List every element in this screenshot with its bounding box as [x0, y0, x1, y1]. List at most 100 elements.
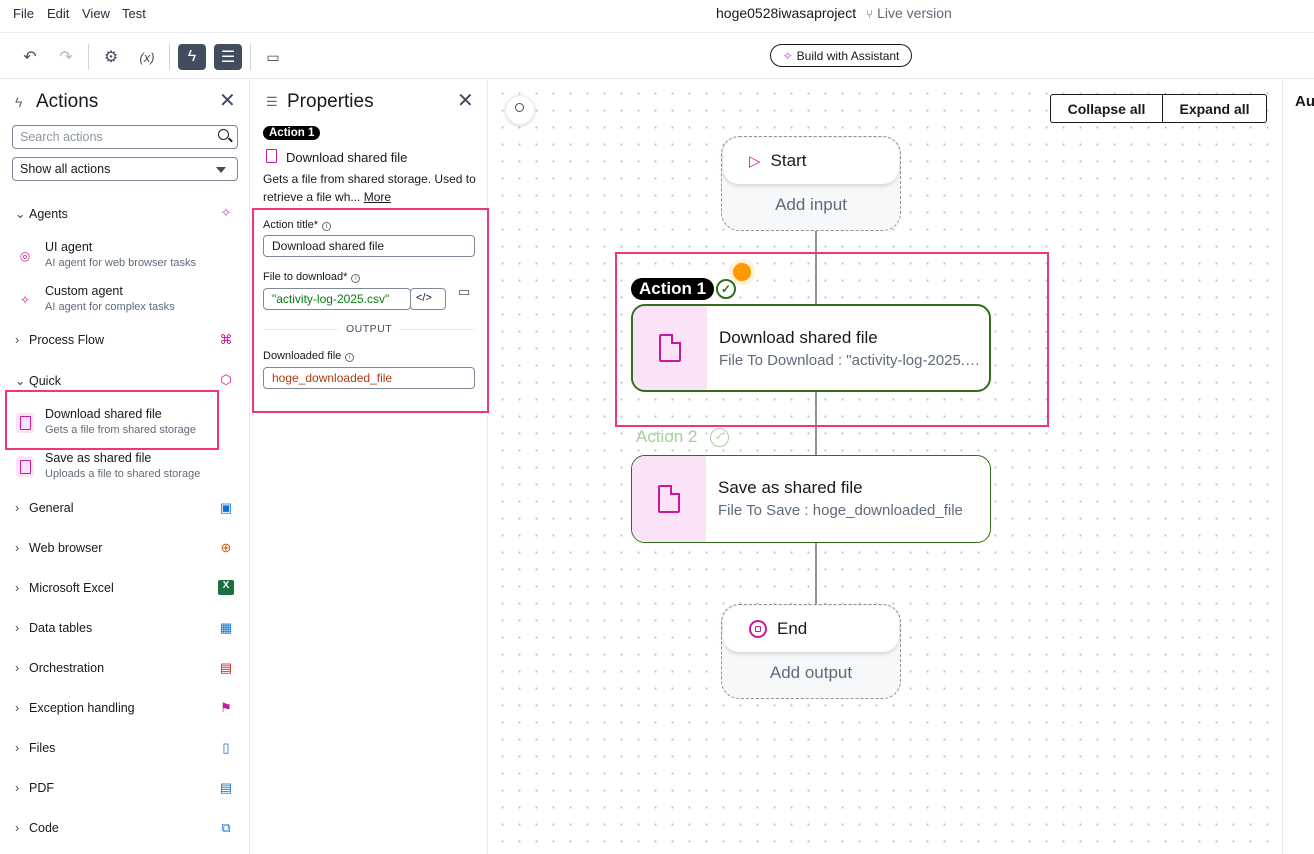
- action-item-save-as-shared-file[interactable]: Save as shared file Uploads a file to sh…: [14, 451, 224, 493]
- group-label: General: [29, 501, 74, 515]
- branch-icon: ⑂: [866, 7, 874, 21]
- caret-down-icon: [216, 167, 226, 173]
- menu-bar: File Edit View Test hoge0528iwasaproject…: [0, 0, 1314, 33]
- action-name: Download shared file: [286, 150, 408, 165]
- group-label: Microsoft Excel: [29, 581, 114, 595]
- menu-edit[interactable]: Edit: [47, 6, 69, 21]
- group-exception-handling[interactable]: › Exception handling: [15, 701, 135, 715]
- chevron-right-icon: ›: [15, 781, 20, 795]
- search-actions-input[interactable]: Search actions: [12, 125, 238, 149]
- right-panel-title: Au: [1295, 93, 1314, 110]
- sparkle-icon: ✧: [220, 205, 232, 220]
- group-code[interactable]: › Code: [15, 821, 59, 835]
- properties-panel-toggle-icon[interactable]: ☰: [214, 44, 242, 70]
- menu-view[interactable]: View: [82, 6, 110, 21]
- toolbar-divider: [88, 44, 89, 70]
- more-link[interactable]: More: [364, 190, 391, 204]
- collapse-all-button[interactable]: Collapse all: [1050, 94, 1163, 123]
- menu-file[interactable]: File: [13, 6, 34, 21]
- group-general[interactable]: › General: [15, 501, 73, 515]
- file-icon: [632, 456, 706, 542]
- start-node[interactable]: ▷ Start Add input: [721, 136, 901, 231]
- group-label: Process Flow: [29, 333, 105, 347]
- action-filter-select[interactable]: Show all actions: [12, 157, 238, 181]
- actions-panel-toggle-icon[interactable]: ϟ: [178, 44, 206, 70]
- excel-icon: X: [218, 580, 234, 595]
- version-indicator[interactable]: ⑂ Live version: [866, 5, 952, 21]
- action-2-title: Save as shared file: [718, 478, 863, 497]
- file-icon: [16, 457, 34, 477]
- toolbar-divider: [169, 44, 170, 70]
- chevron-right-icon: ›: [15, 581, 20, 595]
- group-pdf[interactable]: › PDF: [15, 781, 54, 795]
- group-label: Web browser: [29, 541, 103, 555]
- chevron-right-icon: ›: [15, 741, 20, 755]
- end-node[interactable]: End Add output: [721, 604, 901, 699]
- action-item-ui-agent[interactable]: ◎ UI agent AI agent for web browser task…: [14, 240, 224, 282]
- briefcase-icon: ▤: [219, 660, 233, 675]
- code-icon: ⧉: [221, 820, 231, 835]
- add-input-button[interactable]: Add input: [722, 195, 900, 215]
- start-label: Start: [770, 151, 807, 170]
- group-files[interactable]: › Files: [15, 741, 55, 755]
- item-title: Custom agent: [45, 284, 123, 298]
- settings-gear-icon[interactable]: ⚙: [97, 44, 125, 70]
- search-placeholder: Search actions: [20, 130, 103, 144]
- version-label: Live version: [877, 5, 952, 21]
- group-label: Agents: [29, 207, 68, 221]
- close-actions-icon[interactable]: ✕: [219, 88, 236, 113]
- sparkle-icon: ✧: [782, 48, 793, 63]
- highlight-box: [5, 390, 219, 450]
- canvas-search-button[interactable]: [505, 95, 535, 125]
- variables-icon[interactable]: (x): [133, 44, 161, 70]
- search-icon: [515, 103, 524, 112]
- assistant-label: Build with Assistant: [796, 48, 900, 63]
- sliders-icon: ☰: [266, 94, 278, 109]
- start-header[interactable]: ▷ Start: [723, 138, 899, 184]
- chevron-right-icon: ›: [15, 701, 20, 715]
- preview-monitor-icon[interactable]: ▭: [259, 44, 287, 70]
- filter-value: Show all actions: [20, 162, 111, 176]
- play-icon: ▷: [749, 153, 761, 170]
- chevron-down-icon: ⌄: [15, 374, 26, 388]
- group-web-browser[interactable]: › Web browser: [15, 541, 102, 555]
- chevron-right-icon: ›: [15, 501, 20, 515]
- item-desc: Uploads a file to shared storage: [45, 468, 201, 480]
- lightning-icon: ϟ: [15, 94, 23, 110]
- action-item-custom-agent[interactable]: ✧ Custom agent AI agent for complex task…: [14, 284, 224, 326]
- group-quick[interactable]: ⌄ Quick: [15, 373, 61, 388]
- action-2-card[interactable]: Save as shared file File To Save : hoge_…: [631, 455, 991, 543]
- sparkle-icon: ✧: [19, 293, 31, 307]
- group-agents[interactable]: ⌄ Agents: [15, 206, 68, 221]
- close-properties-icon[interactable]: ✕: [457, 88, 474, 113]
- build-with-assistant-button[interactable]: ✧ Build with Assistant: [770, 44, 912, 67]
- redo-icon[interactable]: ↷: [52, 44, 80, 70]
- menu-test[interactable]: Test: [122, 6, 146, 21]
- data-table-icon: ▦: [219, 620, 233, 635]
- actions-panel-title: Actions: [36, 91, 99, 112]
- undo-icon[interactable]: ↶: [16, 44, 44, 70]
- group-microsoft-excel[interactable]: › Microsoft Excel: [15, 581, 114, 595]
- file-icon: [266, 149, 277, 168]
- group-label: Code: [29, 821, 59, 835]
- expand-all-button[interactable]: Expand all: [1162, 94, 1267, 123]
- chevron-right-icon: ›: [15, 621, 20, 635]
- add-output-button[interactable]: Add output: [722, 663, 900, 683]
- action-description: Gets a file from shared storage. Used to…: [263, 170, 478, 206]
- group-label: Exception handling: [29, 701, 135, 715]
- properties-panel: ☰ Properties ✕ Action 1 Download shared …: [251, 80, 489, 854]
- project-name: hoge0528iwasaproject: [716, 5, 857, 21]
- chevron-right-icon: ›: [15, 541, 20, 555]
- connector-line: [815, 543, 817, 605]
- end-header[interactable]: End: [723, 606, 899, 652]
- group-orchestration[interactable]: › Orchestration: [15, 661, 104, 675]
- pdf-icon: ▤: [219, 780, 233, 795]
- group-data-tables[interactable]: › Data tables: [15, 621, 92, 635]
- group-label: Files: [29, 741, 56, 755]
- item-desc: AI agent for complex tasks: [45, 301, 175, 313]
- highlight-box: [615, 252, 1049, 427]
- group-process-flow[interactable]: › Process Flow: [15, 333, 104, 347]
- search-icon: [218, 129, 229, 140]
- group-label: PDF: [29, 781, 54, 795]
- group-label: Quick: [29, 374, 61, 388]
